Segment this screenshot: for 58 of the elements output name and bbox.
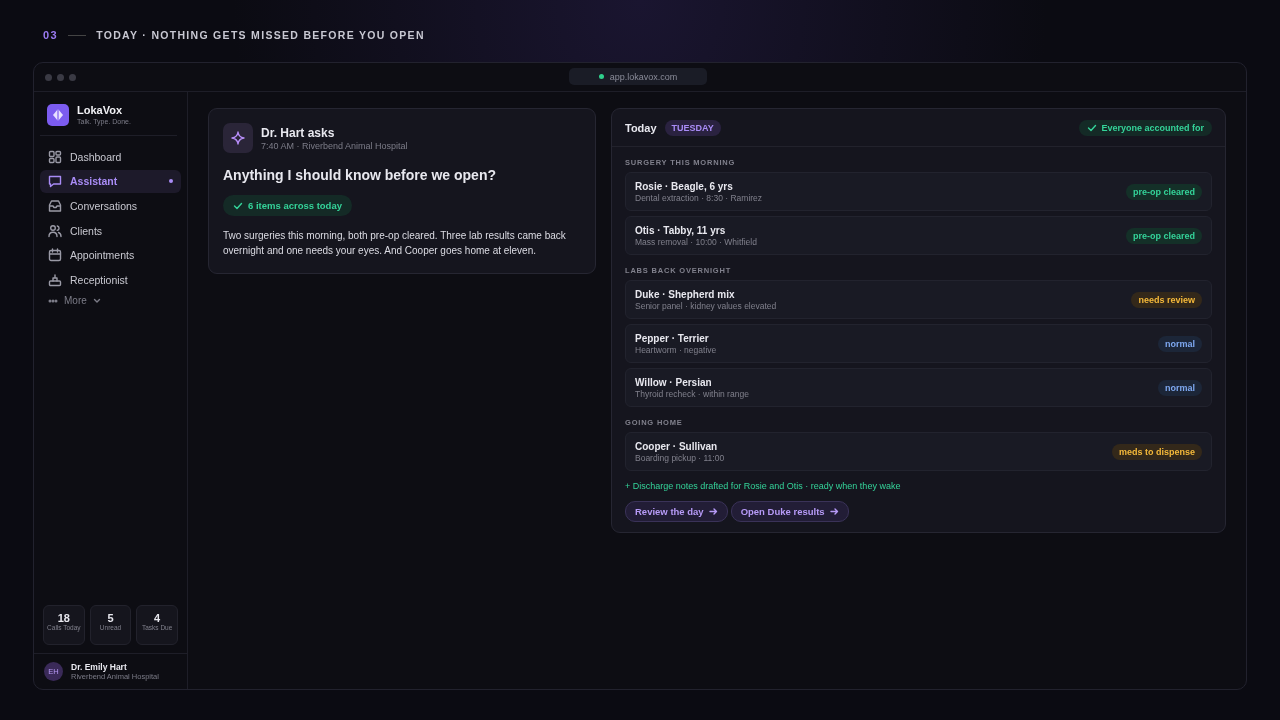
nav-icon (48, 272, 62, 287)
question-author: Dr. Hart asks (261, 125, 336, 140)
arrow-right-icon (708, 507, 718, 516)
question-text: Anything I should know before we open? (223, 167, 497, 183)
patient-detail: Heartworm · negative (635, 344, 717, 355)
nav-item[interactable]: Conversations (40, 194, 181, 218)
nav-item[interactable]: Clients (40, 219, 181, 243)
patient-name: Cooper · Sullivan (635, 440, 719, 452)
check-icon (233, 200, 243, 211)
patient-detail: Senior panel · kidney values elevated (635, 300, 777, 311)
nav-item[interactable]: Assistant (40, 169, 181, 193)
nav-item[interactable]: Dashboard (40, 145, 181, 168)
action-button[interactable]: Open Duke results (730, 501, 849, 522)
patient-detail: Mass removal · 10:00 · Whitfield (635, 236, 757, 247)
draft-note: + Discharge notes drafted for Rosie and Otis · ready when they wake (625, 481, 902, 491)
status-badge: Everyone accounted for (1079, 119, 1212, 136)
patient-name: Duke · Shepherd mix (635, 288, 736, 300)
patient-name: Otis · Tabby, 11 yrs (635, 224, 727, 236)
stat-value: 5 (106, 612, 115, 624)
status-tag: normal (1158, 335, 1202, 352)
status-tag: meds to dispense (1111, 443, 1202, 460)
arrow-right-icon (829, 507, 839, 516)
nav-icon (48, 223, 62, 238)
patient-name: Rosie · Beagle, 6 yrs (635, 180, 734, 192)
patient-name: Willow · Persian (635, 376, 713, 388)
nav-icon (48, 248, 62, 263)
card-title: Today (625, 121, 657, 134)
stat-value: 4 (153, 612, 162, 624)
check-icon (1087, 122, 1098, 133)
section-number: 03 (43, 29, 59, 41)
unread-dot-icon (169, 179, 173, 184)
stat-value: 18 (56, 612, 71, 624)
sparkle-icon (231, 131, 245, 145)
chevron-down-icon (92, 297, 101, 305)
nav-icon (48, 198, 62, 213)
section-title: TODAY · NOTHING GETS MISSED BEFORE YOU OPEN (96, 29, 425, 41)
day-badge: TUESDAY (664, 119, 721, 136)
status-tag: pre-op cleared (1125, 183, 1202, 200)
brand-name: LokaVox (77, 105, 124, 116)
user-name: Dr. Emily Hart (71, 662, 128, 672)
answer-text: Two surgeries this morning, both pre-op cleared. Three lab results came back overnight and one needs your eyes. And Cooper goes home at eleven. (223, 229, 567, 258)
more-button[interactable]: More (40, 293, 109, 309)
nav-item[interactable]: Receptionist (40, 268, 181, 292)
nav-icon (48, 174, 62, 189)
action-button[interactable]: Review the day (625, 501, 728, 522)
status-tag: pre-op cleared (1125, 227, 1202, 244)
patient-name: Pepper · Terrier (635, 332, 710, 344)
status-tag: normal (1158, 379, 1202, 396)
patient-detail: Thyroid recheck · within range (635, 388, 749, 399)
patient-detail: Boarding pickup · 11:00 (635, 452, 725, 463)
question-meta: 7:40 AM · Riverbend Animal Hospital (261, 140, 408, 151)
logo-icon (47, 104, 69, 126)
nav-item[interactable]: Appointments (40, 243, 181, 267)
status-tag: needs review (1131, 291, 1202, 308)
summary-chip: 6 items across today (223, 195, 352, 216)
nav-icon (48, 149, 62, 164)
patient-detail: Dental extraction · 8:30 · Ramirez (635, 192, 763, 203)
address-bar[interactable]: app.lokavox.com (569, 68, 707, 85)
